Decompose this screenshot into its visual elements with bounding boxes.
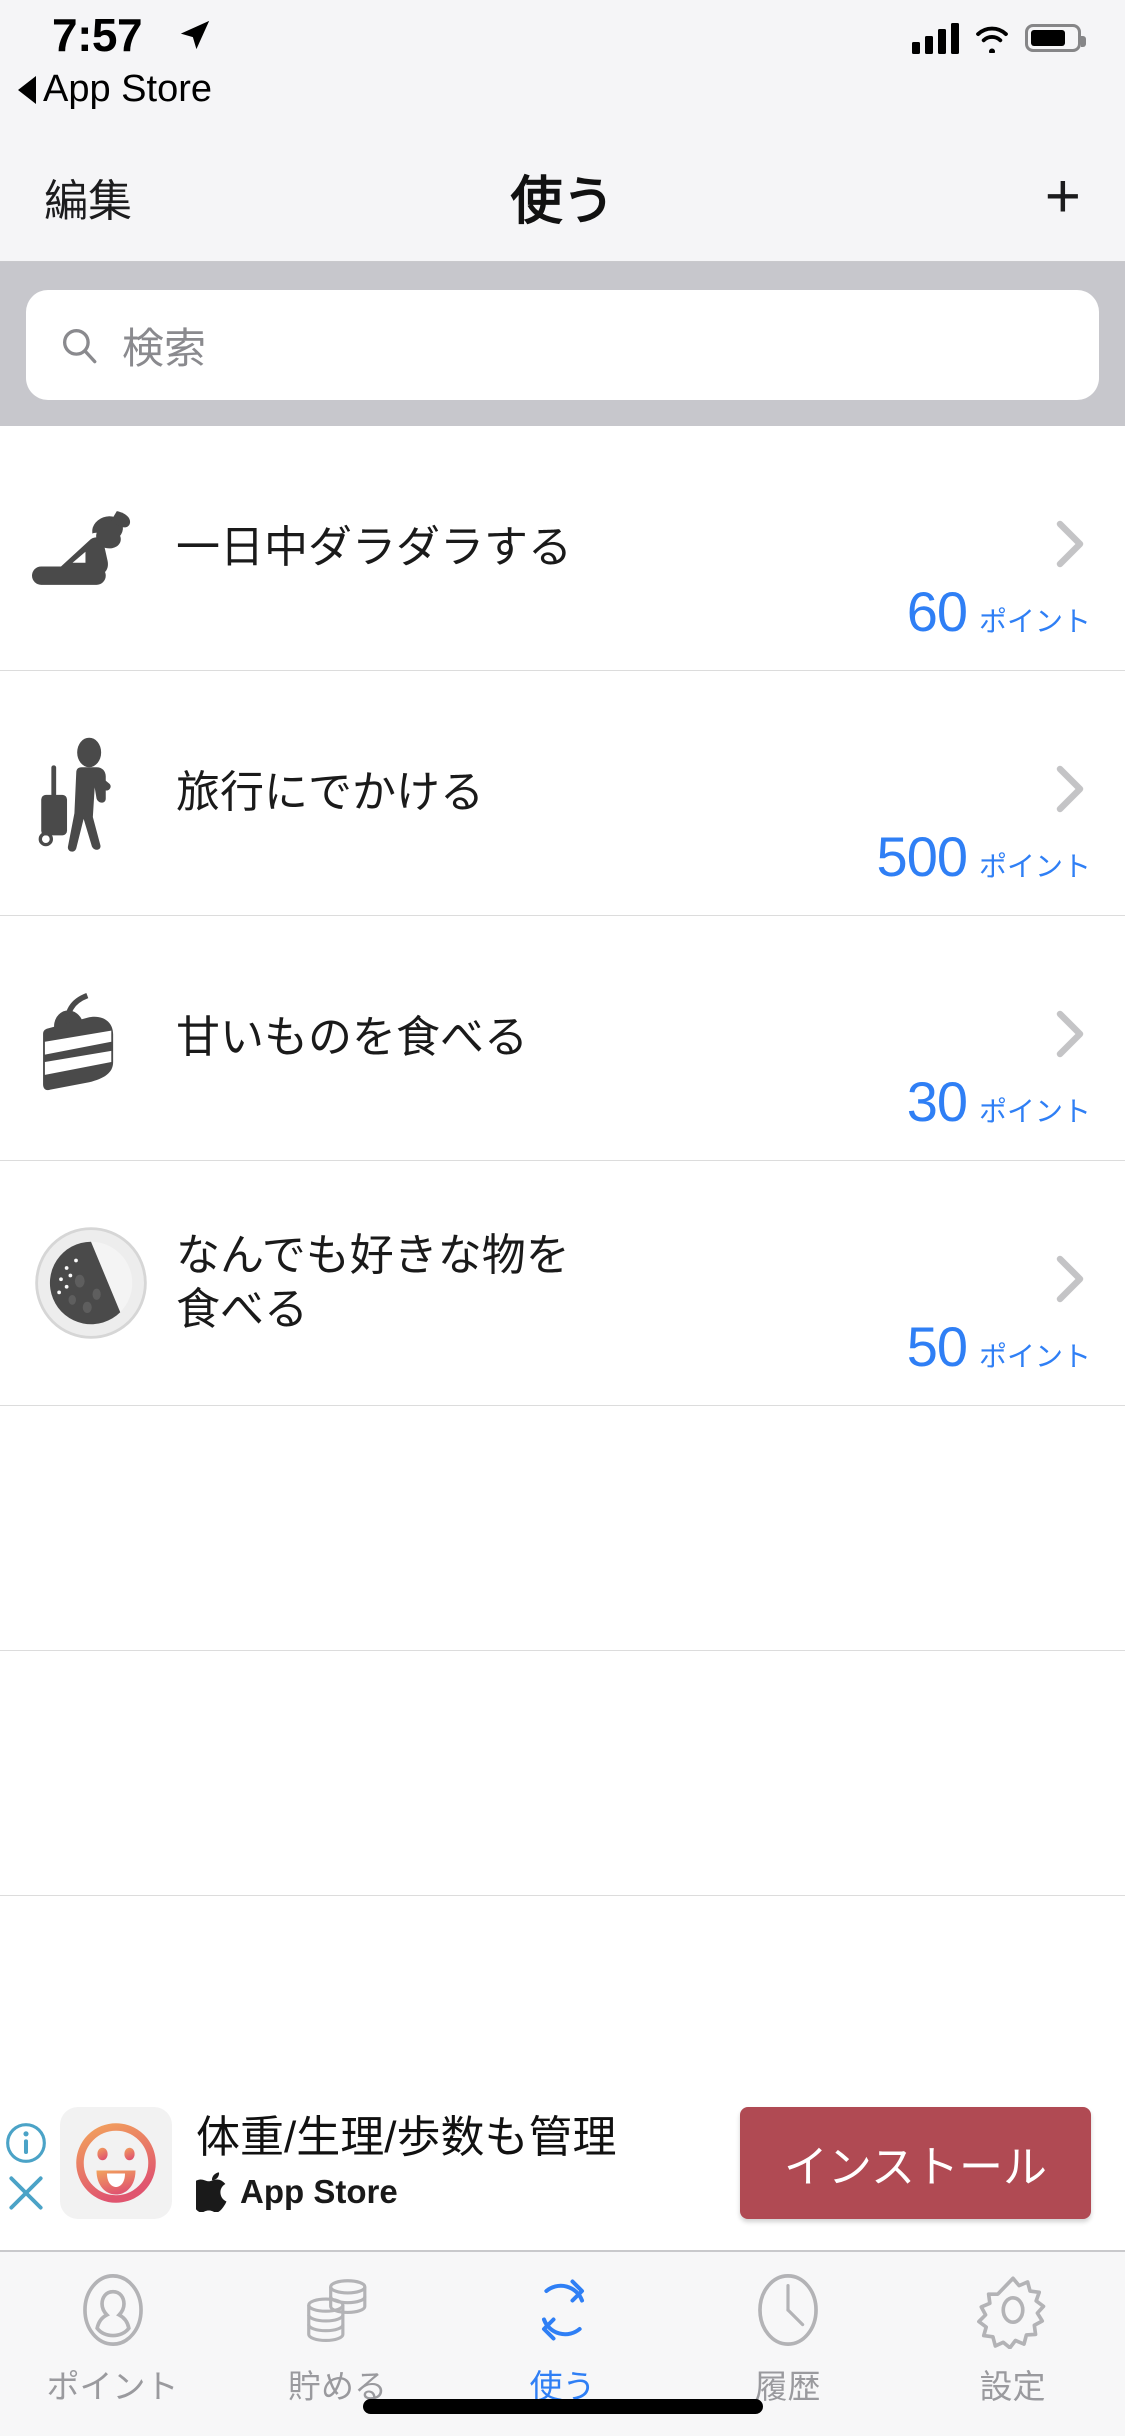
cake-slice-icon [28,975,154,1101]
chevron-right-icon [1056,1010,1084,1058]
status-bar: 7:57 App Store [0,0,1125,132]
tab-label: ポイント [46,2368,179,2405]
install-button[interactable]: インストール [739,2106,1091,2219]
refresh-arrows-icon [525,2268,601,2352]
list-item[interactable]: なんでも好きな物を 食べる 50 ポイント [0,1161,1125,1406]
search-placeholder: 検索 [122,324,207,372]
empty-list-row [0,1651,1125,1896]
cellular-signal-icon [912,22,959,54]
ad-choices-controls[interactable] [4,2121,48,2215]
ad-banner[interactable]: 体重/生理/歩数も管理 App Store インストール [0,2075,1125,2251]
list-item-points: 50 ポイント [907,1314,1091,1379]
points-unit: ポイント [978,1341,1091,1372]
points-value: 60 [906,580,968,643]
back-label: App Store [43,68,212,110]
chevron-right-icon [1056,765,1084,813]
list-item[interactable]: 旅行にでかける 500 ポイント [0,671,1125,916]
home-indicator [362,2399,763,2414]
list-item-title: 甘いものを食べる [176,1013,528,1063]
status-time: 7:57 [52,9,143,61]
tab-points[interactable]: ポイント [0,2268,225,2408]
plate-of-food-icon [28,1220,154,1346]
empty-list-row [0,1406,1125,1651]
ad-text-block: 体重/生理/歩数も管理 App Store [196,2112,740,2213]
reward-list: 一日中ダラダラする 60 ポイント 旅行にでかける 500 ポイント 甘いものを… [0,426,1125,2075]
points-value: 50 [906,1315,968,1378]
back-to-app-store-button[interactable]: App Store [18,68,212,111]
list-item-points: 60 ポイント [907,579,1091,644]
list-item[interactable]: 一日中ダラダラする 60 ポイント [0,426,1125,671]
points-unit: ポイント [978,1096,1091,1127]
wifi-icon [976,26,1008,53]
lounging-person-icon [28,485,154,611]
ad-info-icon[interactable] [4,2121,48,2165]
tab-use[interactable]: 使う [450,2268,675,2408]
add-button[interactable]: + [1045,165,1081,228]
tab-label: 設定 [979,2368,1046,2405]
search-icon [62,328,97,364]
app-screen: 7:57 App Store 編集 使う + 検索 一日中ダラダラする 60 ポ… [0,0,1125,2436]
search-bar-container: 検索 [0,262,1125,426]
status-indicators [912,22,1086,54]
clock-icon [749,2268,827,2352]
back-triangle-icon [18,75,36,104]
ad-store-attribution: App Store [196,2172,740,2213]
coin-stack-icon [299,2268,377,2352]
tab-label: 履歴 [754,2368,821,2405]
ad-store-label: App Store [240,2173,398,2211]
ad-close-icon[interactable] [4,2171,48,2215]
list-item-points: 30 ポイント [907,1069,1091,1134]
points-value: 500 [876,825,968,888]
page-title: 使う [510,173,615,231]
list-item[interactable]: 甘いものを食べる 30 ポイント [0,916,1125,1161]
gear-icon [974,2268,1052,2352]
navigation-bar: 編集 使う + [0,132,1125,262]
ad-headline: 体重/生理/歩数も管理 [196,2112,617,2162]
list-item-title: 一日中ダラダラする [176,523,572,573]
points-unit: ポイント [978,606,1091,637]
location-arrow-icon [180,20,210,50]
person-outline-icon [74,2268,152,2352]
chevron-right-icon [1056,520,1084,568]
points-value: 30 [906,1070,968,1133]
traveler-suitcase-icon [28,730,154,856]
smiley-face-app-icon [60,2106,172,2219]
tab-history[interactable]: 履歴 [675,2268,900,2408]
battery-icon [1025,24,1086,52]
edit-button[interactable]: 編集 [44,165,132,229]
list-item-points: 500 ポイント [877,824,1091,889]
points-unit: ポイント [978,851,1091,882]
tab-settings[interactable]: 設定 [900,2268,1125,2408]
list-item-title: 旅行にでかける [176,768,484,818]
apple-logo-icon [196,2172,227,2213]
chevron-right-icon [1056,1255,1084,1303]
tab-save[interactable]: 貯める [225,2268,450,2408]
search-input[interactable]: 検索 [26,290,1099,400]
